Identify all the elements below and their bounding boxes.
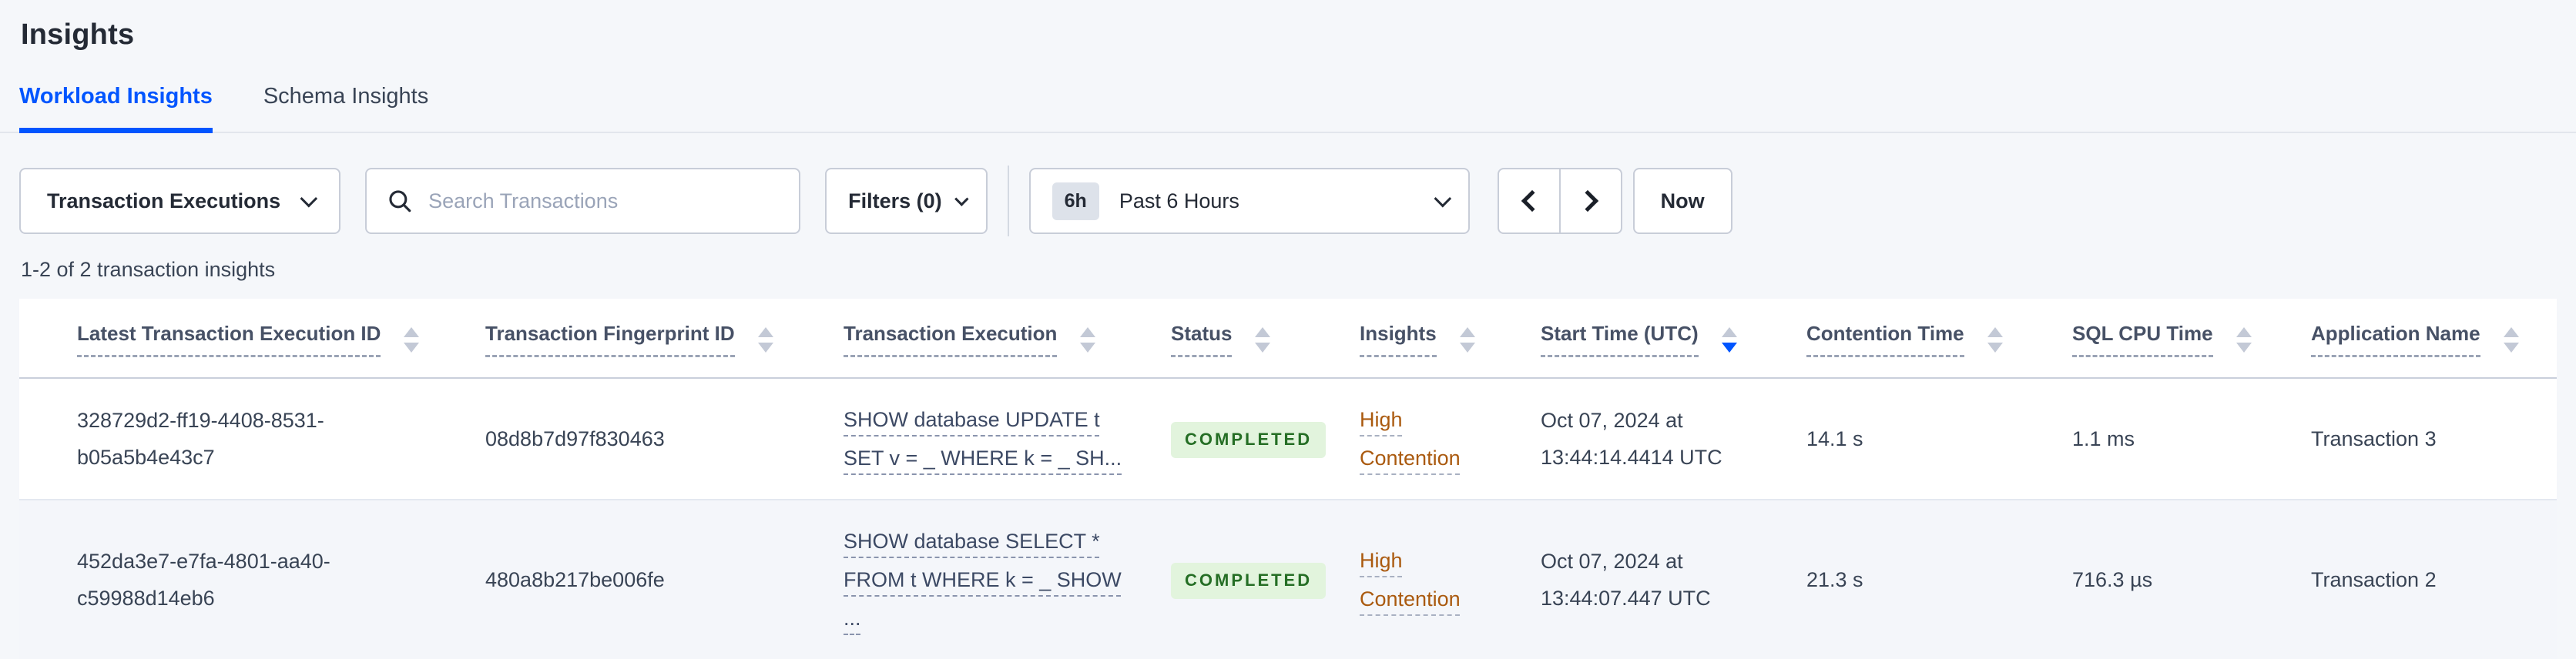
transaction-execution-cell: SHOW database SELECT * FROM t WHERE k = … [844,500,1171,659]
contention-time-cell: 14.1 s [1806,378,2072,500]
sort-icon [757,326,773,353]
next-time-button[interactable] [1559,168,1622,234]
time-range-pager [1497,168,1622,234]
column-header-transaction-fingerprint-id[interactable]: Transaction Fingerprint ID [485,299,844,379]
application-name-cell: Transaction 2 [2311,500,2557,659]
insight-type-dropdown-label: Transaction Executions [47,189,281,212]
insight-type-dropdown[interactable]: Transaction Executions [19,168,341,234]
sort-icon [2503,326,2519,353]
chevron-right-icon [1576,189,1598,212]
start-time-cell: Oct 07, 2024 at 13:44:14.4414 UTC [1541,378,1806,500]
transaction-statement-link[interactable]: SHOW database UPDATE t SET v = _ WHERE k… [844,400,1122,477]
fingerprint-id-cell: 480a8b217be006fe [485,500,844,659]
sort-icon [1080,326,1096,353]
table-row: 328729d2-ff19-4408-8531- b05a5b4e43c7 08… [19,378,2557,500]
sort-icon [1987,326,2003,353]
insights-cell: High Contention [1360,378,1541,500]
tab-workload-insights[interactable]: Workload Insights [19,84,213,133]
column-header-contention-time[interactable]: Contention Time [1806,299,2072,379]
prev-time-button[interactable] [1497,168,1560,234]
status-cell: COMPLETED [1171,500,1360,659]
status-cell: COMPLETED [1171,378,1360,500]
time-range-picker[interactable]: 6h Past 6 Hours [1028,168,1470,234]
toolbar-divider [1007,166,1009,236]
sort-icon [1459,326,1475,353]
now-button[interactable]: Now [1632,168,1732,234]
application-name-cell: Transaction 3 [2311,378,2557,500]
filters-button-label: Filters (0) [848,189,942,212]
insight-link[interactable]: High Contention [1360,541,1483,618]
transaction-statement-link[interactable]: SHOW database SELECT * FROM t WHERE k = … [844,522,1122,637]
filters-button[interactable]: Filters (0) [825,168,988,234]
chevron-down-icon [300,189,318,208]
time-range-label: Past 6 Hours [1119,189,1239,212]
column-header-start-time[interactable]: Start Time (UTC) [1541,299,1806,379]
column-header-latest-transaction-execution-id[interactable]: Latest Transaction Execution ID [19,299,485,379]
start-time-cell: Oct 07, 2024 at 13:44:07.447 UTC [1541,500,1806,659]
search-input[interactable] [428,189,780,213]
chevron-left-icon [1521,189,1543,212]
transaction-execution-cell: SHOW database UPDATE t SET v = _ WHERE k… [844,378,1171,500]
table-header-row: Latest Transaction Execution ID Transact… [19,299,2557,379]
column-header-insights[interactable]: Insights [1360,299,1541,379]
sort-icon [2236,326,2252,353]
insights-table-card: Latest Transaction Execution ID Transact… [19,299,2557,659]
insights-cell: High Contention [1360,500,1541,659]
sort-icon [404,326,420,353]
toolbar: Transaction Executions Filters (0) 6h Pa… [19,166,2576,236]
execution-id-cell: 452da3e7-e7fa-4801-aa40- c59988d14eb6 [19,500,485,659]
chevron-down-icon [954,191,969,206]
tab-schema-insights[interactable]: Schema Insights [263,84,428,133]
sort-icon [1255,326,1271,353]
fingerprint-id-cell: 08d8b7d97f830463 [485,378,844,500]
tab-bar: Workload Insights Schema Insights [0,84,2576,133]
insights-page: Insights Workload Insights Schema Insigh… [0,0,2576,659]
table-row: 452da3e7-e7fa-4801-aa40- c59988d14eb6 48… [19,500,2557,659]
sql-cpu-time-cell: 716.3 µs [2072,500,2311,659]
transaction-insights-table: Latest Transaction Execution ID Transact… [19,299,2557,659]
sort-icon-active-desc [1721,326,1737,353]
column-header-sql-cpu-time[interactable]: SQL CPU Time [2072,299,2311,379]
page-title: Insights [21,18,135,51]
time-range-badge: 6h [1052,182,1099,220]
column-header-transaction-execution[interactable]: Transaction Execution [844,299,1171,379]
contention-time-cell: 21.3 s [1806,500,2072,659]
column-header-application-name[interactable]: Application Name [2311,299,2557,379]
sql-cpu-time-cell: 1.1 ms [2072,378,2311,500]
insight-link[interactable]: High Contention [1360,400,1483,477]
results-count: 1-2 of 2 transaction insights [21,258,276,281]
search-icon [389,190,411,212]
status-badge: COMPLETED [1171,422,1327,458]
search-box[interactable] [365,168,801,234]
status-badge: COMPLETED [1171,563,1327,599]
column-header-status[interactable]: Status [1171,299,1360,379]
chevron-down-icon [1434,189,1451,208]
execution-id-cell: 328729d2-ff19-4408-8531- b05a5b4e43c7 [19,378,485,500]
